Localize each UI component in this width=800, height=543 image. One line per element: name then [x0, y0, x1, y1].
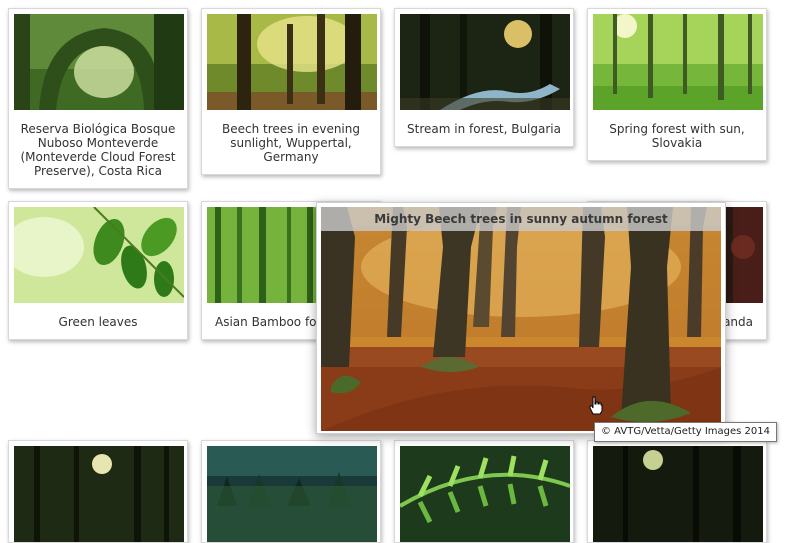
thumbnail-image[interactable] [400, 446, 570, 542]
gallery-item-dark-forest[interactable] [587, 440, 767, 543]
gallery-item-fern[interactable] [394, 440, 574, 543]
gallery-item-spring-slovakia[interactable]: Spring forest with sun, Slovakia [587, 8, 767, 161]
gallery-item-beech-evening[interactable]: Beech trees in evening sunlight, Wuppert… [201, 8, 381, 175]
gallery-item-monteverde[interactable]: Reserva Biológica Bosque Nuboso Montever… [8, 8, 188, 189]
gallery-item-green-leaves[interactable]: Green leaves [8, 201, 188, 340]
gallery-item-stream-bulgaria[interactable]: Stream in forest, Bulgaria [394, 8, 574, 147]
thumbnail-image[interactable] [207, 14, 377, 110]
gallery-item-caption: Spring forest with sun, Slovakia [609, 122, 745, 150]
thumbnail-image[interactable] [593, 446, 763, 542]
thumbnail-image[interactable] [14, 446, 184, 542]
thumbnail-image[interactable] [593, 14, 763, 110]
thumbnail-image[interactable] [400, 14, 570, 110]
thumbnail-image[interactable] [14, 14, 184, 110]
gallery-item-pine-forest[interactable] [201, 440, 381, 543]
gallery-item-caption: Green leaves [58, 315, 138, 329]
gallery-item-caption: Reserva Biológica Bosque Nuboso Montever… [20, 122, 176, 178]
gallery-item-caption: Beech trees in evening sunlight, Wuppert… [221, 122, 360, 164]
hand-pointer-icon [588, 396, 604, 420]
thumbnail-image[interactable] [14, 207, 184, 303]
gallery-item-caption: Stream in forest, Bulgaria [407, 122, 561, 136]
image-credit-tooltip: © AVTG/Vetta/Getty Images 2014 [594, 422, 777, 442]
thumbnail-image[interactable] [207, 446, 377, 542]
preview-image[interactable]: Mighty Beech trees in sunny autumn fores… [321, 207, 721, 431]
image-preview-popup[interactable]: Mighty Beech trees in sunny autumn fores… [316, 202, 726, 434]
gallery-item-forest-path[interactable] [8, 440, 188, 543]
preview-title: Mighty Beech trees in sunny autumn fores… [321, 207, 721, 231]
